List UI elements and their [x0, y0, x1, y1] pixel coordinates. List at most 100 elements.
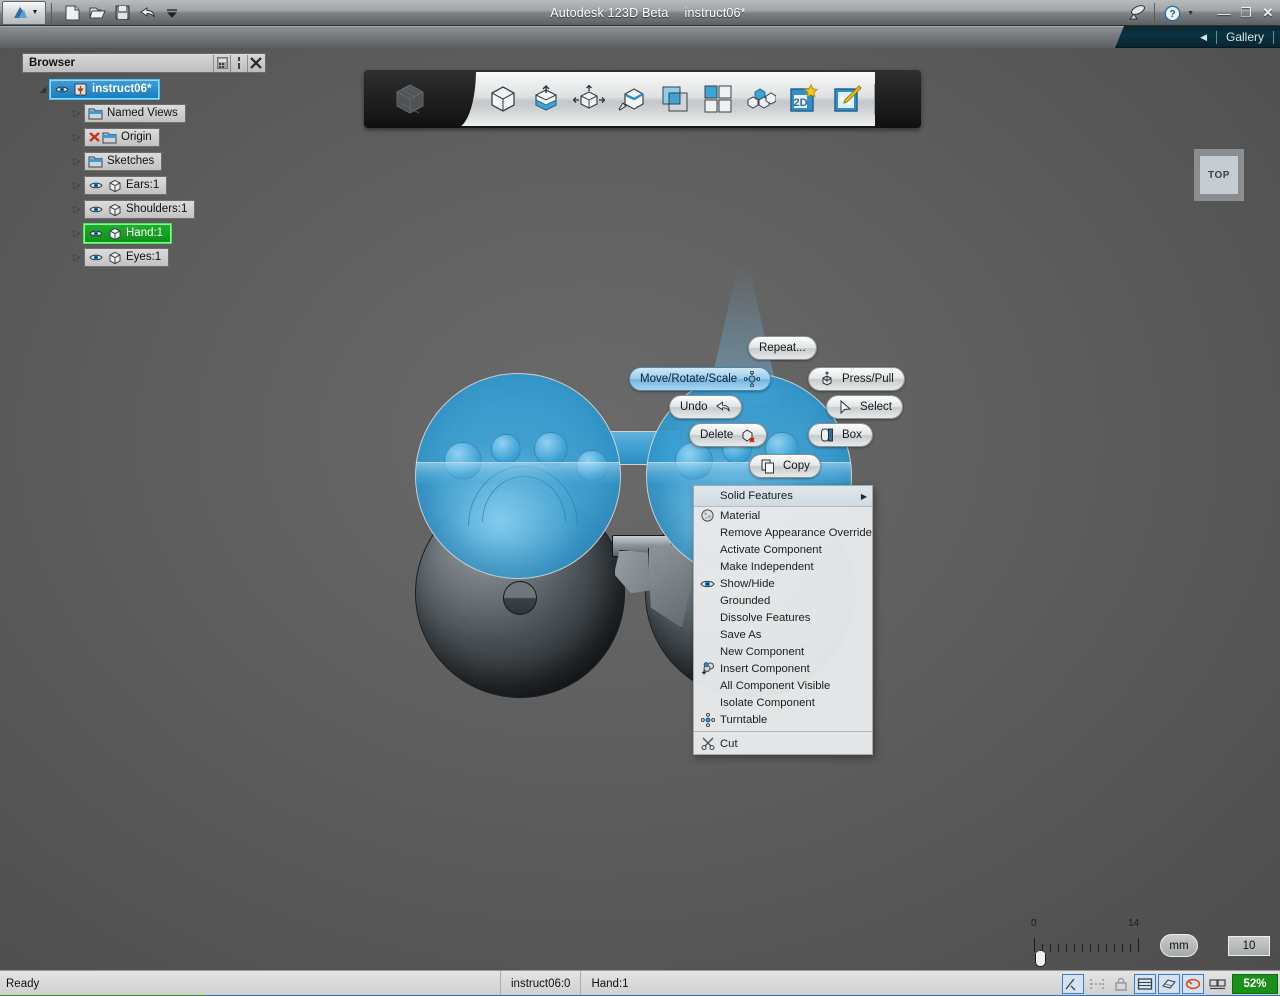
tree-item-shoulders[interactable]: Shoulders:1	[84, 199, 196, 219]
scale-ruler[interactable]: 0 14	[1028, 918, 1168, 967]
undo-pill[interactable]: Undo	[669, 395, 742, 419]
expander-icon[interactable]: ▷	[70, 156, 84, 166]
context-menu-item-turntable[interactable]: Turntable	[694, 711, 872, 728]
expander-icon[interactable]: ▷	[70, 228, 84, 238]
context-menu[interactable]: Solid Features ▶ Material Remove Appeara…	[693, 485, 873, 755]
restore-window-button[interactable]: ❐	[1238, 5, 1254, 21]
tree-item-sketches[interactable]: Sketches	[84, 151, 163, 171]
tree-item-eyes[interactable]: Eyes:1	[84, 247, 170, 267]
unit-selector[interactable]: mm	[1160, 934, 1198, 957]
context-menu-label: Dissolve Features	[720, 611, 811, 624]
select-pill[interactable]: Select	[826, 395, 903, 419]
combine-tool[interactable]	[659, 82, 692, 116]
tree-node-eyes[interactable]: ▷ Eyes:1	[22, 247, 266, 267]
expander-icon[interactable]: ▷	[70, 132, 84, 142]
orbit-constraint-toggle-icon[interactable]	[1182, 974, 1204, 994]
tree-node-named-views[interactable]: ▷ Named Views	[22, 103, 266, 123]
gallery-link[interactable]: Gallery	[1226, 30, 1264, 44]
primitives-tool[interactable]	[486, 82, 519, 116]
browser-layout-icon[interactable]	[230, 54, 247, 72]
expander-icon[interactable]: ▷	[70, 204, 84, 214]
minimize-window-button[interactable]: —	[1216, 5, 1232, 21]
tree-item-origin[interactable]: Origin	[84, 127, 160, 147]
context-menu-item-show-hide[interactable]: Show/Hide	[694, 575, 872, 592]
context-menu-item-save-as[interactable]: Save As	[694, 626, 872, 643]
context-menu-item-activate-component[interactable]: Activate Component	[694, 541, 872, 558]
quick-access-overflow-icon[interactable]	[163, 4, 181, 22]
eye-icon[interactable]	[88, 178, 103, 192]
eye-icon[interactable]	[88, 250, 103, 264]
sketch-visibility-toggle-icon[interactable]	[1158, 974, 1180, 994]
delete-pill[interactable]: Delete	[689, 423, 768, 447]
tree-node-sketches[interactable]: ▷ Sketches	[22, 151, 266, 171]
undo-icon[interactable]	[138, 4, 156, 22]
tree-node-shoulders[interactable]: ▷ Shoulders:1	[22, 199, 266, 219]
context-menu-separator	[694, 731, 872, 732]
tree-item-named-views[interactable]: Named Views	[84, 103, 186, 123]
layout-toggle-icon[interactable]	[1206, 974, 1228, 994]
application-cube-button[interactable]	[364, 70, 476, 128]
browser-filter-icon[interactable]	[213, 54, 230, 72]
copy-pill[interactable]: Copy	[749, 454, 821, 478]
context-menu-item-all-component-visible[interactable]: All Component Visible	[694, 677, 872, 694]
view-cube-face-label[interactable]: TOP	[1200, 156, 1238, 194]
measure-toggle-icon[interactable]	[1086, 974, 1108, 994]
move-rotate-scale-pill[interactable]: Move/Rotate/Scale	[629, 367, 772, 391]
close-window-button[interactable]: ✕	[1260, 5, 1276, 21]
tree-item-ears[interactable]: Ears:1	[84, 175, 168, 195]
grid-value-field[interactable]: 10	[1228, 936, 1270, 956]
help-dropdown-icon[interactable]: ▼	[1187, 10, 1194, 17]
tree-node-ears[interactable]: ▷ Ears:1	[22, 175, 266, 195]
context-menu-item-remove-appearance-override[interactable]: Remove Appearance Override	[694, 524, 872, 541]
repeat-command-pill[interactable]: Repeat...	[748, 336, 817, 360]
context-menu-item-dissolve-features[interactable]: Dissolve Features	[694, 609, 872, 626]
snap-toggle-icon[interactable]	[1062, 974, 1084, 994]
tree-node-hand[interactable]: ▷ Hand:1	[22, 223, 266, 243]
browser-close-icon[interactable]	[247, 54, 264, 72]
context-menu-item-grounded[interactable]: Grounded	[694, 592, 872, 609]
help-icon[interactable]: ?	[1163, 4, 1181, 22]
expander-icon[interactable]: ◢	[36, 84, 50, 94]
lock-toggle-icon[interactable]	[1110, 974, 1132, 994]
new-document-icon[interactable]	[63, 4, 81, 22]
group-tool[interactable]	[745, 82, 778, 116]
save-document-icon[interactable]	[113, 4, 131, 22]
box-pill[interactable]: Box	[808, 423, 873, 447]
eye-icon[interactable]	[54, 82, 69, 96]
context-menu-item-cut[interactable]: Cut	[694, 735, 872, 752]
context-menu-item-material[interactable]: Material	[694, 507, 872, 524]
tree-node-origin[interactable]: ▷ Origin	[22, 127, 266, 147]
delete-box-icon	[740, 427, 756, 443]
expander-icon[interactable]: ▷	[70, 252, 84, 262]
hidden-x-icon[interactable]	[88, 130, 103, 144]
application-menu-button[interactable]: ▼	[2, 0, 46, 25]
tree-item-instruct06[interactable]: instruct06*	[50, 79, 160, 99]
press-pull-pill[interactable]: Press/Pull	[808, 367, 905, 391]
2d-drawing-tool[interactable]: 2D	[788, 82, 821, 116]
extrude-press-pull-tool[interactable]	[529, 82, 562, 116]
view-cube[interactable]: TOP	[1194, 149, 1244, 201]
gallery-collapse-icon[interactable]: ◀	[1200, 32, 1207, 43]
smart-effect-tool[interactable]	[831, 82, 864, 116]
context-menu-item-isolate-component[interactable]: Isolate Component	[694, 694, 872, 711]
pattern-tool[interactable]	[702, 82, 735, 116]
expander-icon[interactable]: ▷	[70, 180, 84, 190]
context-menu-item-insert-component[interactable]: Insert Component	[694, 660, 872, 677]
modify-tool[interactable]	[615, 82, 648, 116]
tree-item-hand[interactable]: Hand:1	[84, 223, 172, 243]
context-menu-item-new-component[interactable]: New Component	[694, 643, 872, 660]
grid-snap-toggle-icon[interactable]	[1134, 974, 1156, 994]
tree-node-root[interactable]: ◢ instruct06*	[22, 79, 266, 99]
ruler-slider-thumb[interactable]	[1035, 950, 1046, 967]
context-menu-item-solid-features[interactable]: Solid Features ▶	[694, 486, 872, 507]
move-rotate-scale-tool[interactable]	[572, 82, 605, 116]
folder-icon	[88, 154, 103, 168]
selected-sphere-left[interactable]	[415, 373, 621, 579]
undo-arrow-icon	[715, 399, 731, 415]
eye-icon[interactable]	[88, 202, 103, 216]
eye-icon[interactable]	[88, 226, 103, 240]
context-menu-item-make-independent[interactable]: Make Independent	[694, 558, 872, 575]
expander-icon[interactable]: ▷	[70, 108, 84, 118]
satellite-dish-icon[interactable]	[1128, 4, 1146, 22]
open-document-icon[interactable]	[88, 4, 106, 22]
